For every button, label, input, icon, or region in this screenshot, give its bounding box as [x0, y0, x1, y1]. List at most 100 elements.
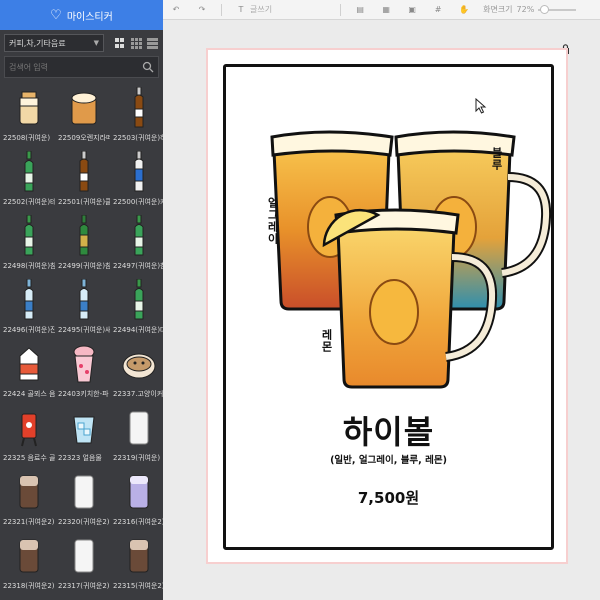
sticker-label: 22319(귀여운) — [113, 454, 161, 462]
poster-title[interactable]: 하이볼 — [226, 407, 551, 453]
sticker-thumbnail — [64, 149, 104, 195]
poster-frame[interactable]: 얼그레이 블루 레몬 하이볼 (일반, 얼그레이, 블루, 레몬) 7,500원 — [223, 64, 554, 550]
editor-canvas[interactable]: 얼그레이 블루 레몬 하이볼 (일반, 얼그레이, 블루, 레몬) 7,500원 — [163, 20, 600, 600]
sticker-item[interactable]: 22424 골뫼스 음 — [2, 338, 55, 402]
sticker-thumbnail — [9, 149, 49, 195]
sticker-label: 22497(귀여운)참 — [113, 262, 163, 270]
frame-icon[interactable]: ▣ — [405, 3, 419, 17]
sticker-item[interactable]: 22509오렌지라떼 — [57, 82, 110, 146]
label-blue[interactable]: 블루 — [488, 147, 504, 171]
sticker-label: 22320(귀여운2) — [58, 518, 110, 526]
sticker-item[interactable]: 22502(귀여운)테 — [2, 146, 55, 210]
sticker-label: 22323 얼음물 — [58, 454, 102, 462]
sticker-label: 22424 골뫼스 음 — [3, 390, 55, 398]
search-icon[interactable] — [142, 61, 154, 73]
sticker-item[interactable]: 22403키치한-파 — [57, 338, 110, 402]
my-sticker-button[interactable]: ♡ 마이스티커 — [0, 0, 163, 30]
sticker-thumbnail — [9, 213, 49, 259]
sticker-item[interactable]: 22496(귀여운)진 — [2, 274, 55, 338]
zoom-slider[interactable] — [538, 4, 577, 14]
sticker-item[interactable]: 22318(귀여운2) — [2, 530, 55, 594]
hand-icon[interactable]: ✋ — [457, 3, 471, 17]
sticker-label: 22318(귀여운2) — [3, 582, 55, 590]
sticker-item[interactable]: 22501(귀여운)클 — [57, 146, 110, 210]
sticker-thumbnail — [9, 341, 49, 387]
poster-price[interactable]: 7,500원 — [226, 487, 551, 508]
toolbar-divider — [221, 3, 222, 16]
sticker-item[interactable]: 22500(귀여운)카 — [112, 146, 163, 210]
sticker-thumbnail — [9, 277, 49, 323]
sticker-label: 22498(귀여운)참 — [3, 262, 55, 270]
filter-row: 커피,차,기타음료 ▼ — [0, 30, 163, 56]
zoom-control: 화면크기 72% — [483, 4, 577, 15]
sticker-item[interactable]: 22495(귀여운)새 — [57, 274, 110, 338]
sticker-thumbnail — [64, 277, 104, 323]
sticker-item[interactable]: 22315(귀여운2) — [112, 530, 163, 594]
sticker-item[interactable]: 22498(귀여운)참 — [2, 210, 55, 274]
sticker-label: 22317(귀여운2) — [58, 582, 110, 590]
sticker-label: 22501(귀여운)클 — [58, 198, 110, 206]
chevron-down-icon: ▼ — [93, 39, 99, 47]
zoom-slider-handle[interactable] — [540, 4, 550, 14]
label-earl-grey[interactable]: 얼그레이 — [264, 197, 280, 245]
sticker-thumbnail — [64, 533, 104, 579]
category-value: 커피,차,기타음료 — [9, 38, 66, 48]
highball-mugs-illustration[interactable] — [226, 67, 557, 553]
grid-view-button[interactable] — [114, 37, 127, 50]
sticker-thumbnail — [64, 469, 104, 515]
sticker-thumbnail — [119, 85, 159, 131]
sticker-thumbnail — [119, 149, 159, 195]
document-icon[interactable]: ▤ — [353, 3, 367, 17]
search-input[interactable] — [9, 62, 142, 72]
image-icon[interactable]: ▦ — [379, 3, 393, 17]
sticker-thumbnail — [64, 341, 104, 387]
list-view-button[interactable] — [146, 37, 159, 50]
sticker-label: 22499(귀여운)참 — [58, 262, 110, 270]
sticker-item[interactable]: 22337.고양이커피 — [112, 338, 163, 402]
sticker-item[interactable]: 22325 음료수 골 — [2, 402, 55, 466]
zoom-label: 화면크기 — [483, 5, 513, 14]
sticker-label: 22494(귀여운)대 — [113, 326, 163, 334]
sticker-item[interactable]: 22323 얼음물 — [57, 402, 110, 466]
sticker-item[interactable]: 22317(귀여운2) — [57, 530, 110, 594]
sticker-sidebar: ♡ 마이스티커 커피,차,기타음료 ▼ 22508(귀여운) 22509오렌지라떼… — [0, 0, 163, 600]
grid-icon[interactable]: # — [431, 3, 445, 17]
category-select[interactable]: 커피,차,기타음료 ▼ — [4, 34, 104, 52]
redo-icon[interactable]: ↷ — [195, 3, 209, 17]
sticker-thumbnail — [119, 405, 159, 451]
text-icon[interactable]: T — [234, 3, 248, 17]
sticker-label: 22316(귀여운2) — [113, 518, 163, 526]
sticker-item[interactable]: 22497(귀여운)참 — [112, 210, 163, 274]
sticker-label: 22321(귀여운2) — [3, 518, 55, 526]
sticker-label: 22403키치한-파 — [58, 390, 109, 398]
sticker-item[interactable]: 22320(귀여운2) — [57, 466, 110, 530]
sticker-label: 22502(귀여운)테 — [3, 198, 55, 206]
sticker-thumbnail — [9, 405, 49, 451]
poster-subtitle[interactable]: (일반, 얼그레이, 블루, 레몬) — [226, 452, 551, 466]
page-paper[interactable]: 얼그레이 블루 레몬 하이볼 (일반, 얼그레이, 블루, 레몬) 7,500원 — [206, 48, 568, 564]
sticker-thumbnail — [64, 213, 104, 259]
view-toggle — [114, 37, 159, 50]
sticker-item[interactable]: 22503(귀여운)하 — [112, 82, 163, 146]
sticker-item[interactable]: 22508(귀여운) — [2, 82, 55, 146]
mouse-cursor-icon — [475, 98, 487, 114]
text-tool-label[interactable]: 글쓰기 — [250, 4, 272, 15]
sticker-thumbnail — [9, 469, 49, 515]
sticker-item[interactable]: 22316(귀여운2) — [112, 466, 163, 530]
small-grid-view-button[interactable] — [130, 37, 143, 50]
heart-icon: ♡ — [50, 7, 62, 23]
sticker-thumbnail — [119, 341, 159, 387]
sticker-item[interactable]: 22319(귀여운) — [112, 402, 163, 466]
label-lemon[interactable]: 레몬 — [318, 329, 334, 353]
sticker-item[interactable]: 22494(귀여운)대 — [112, 274, 163, 338]
sticker-thumbnail — [9, 533, 49, 579]
sticker-item[interactable]: 22499(귀여운)참 — [57, 210, 110, 274]
sticker-thumbnail — [64, 85, 104, 131]
sticker-thumbnail — [119, 533, 159, 579]
search-box — [4, 56, 159, 78]
sticker-item[interactable]: 22321(귀여운2) — [2, 466, 55, 530]
sticker-thumbnail — [119, 213, 159, 259]
sticker-thumbnail — [9, 85, 49, 131]
undo-icon[interactable]: ↶ — [169, 3, 183, 17]
zoom-value: 72% — [516, 5, 535, 14]
